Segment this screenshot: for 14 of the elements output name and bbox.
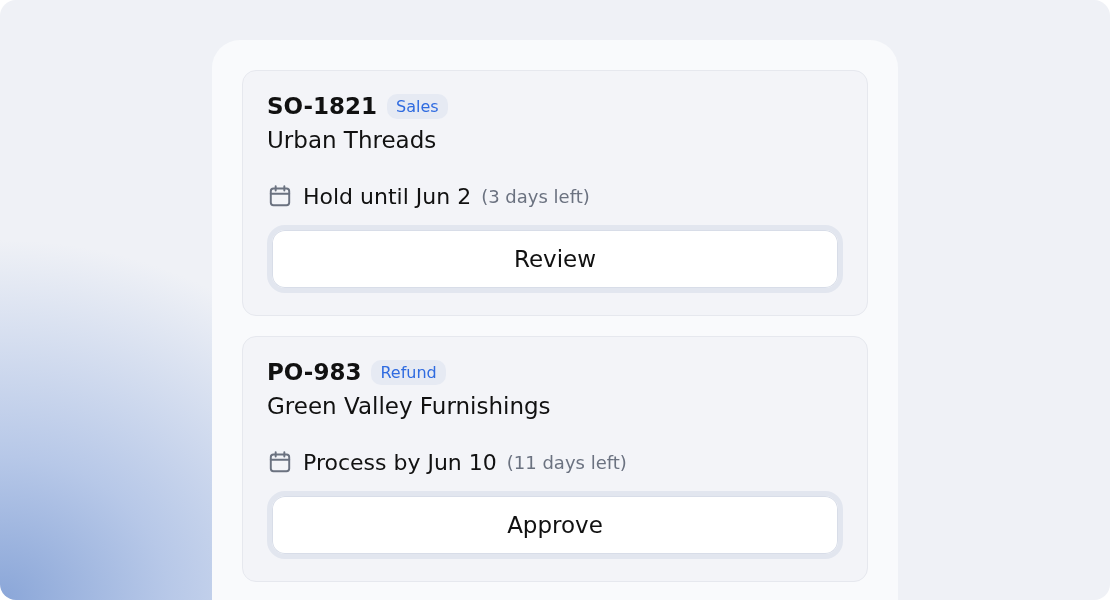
order-type-tag: Refund [371, 359, 446, 385]
customer-name: Urban Threads [267, 127, 438, 153]
customer-name: Green Valley Furnishings [267, 393, 552, 419]
order-number: SO-1821 [267, 93, 378, 119]
due-date: Hold until Jun 2 [303, 183, 472, 209]
due-date: Process by Jun 10 [303, 449, 497, 475]
action-button[interactable]: Review [267, 225, 843, 293]
days-left: (3 days left) [481, 185, 590, 207]
days-left: (11 days left) [506, 451, 627, 473]
order-type-tag: Sales [387, 93, 448, 119]
calendar-icon [267, 183, 293, 209]
calendar-icon [267, 449, 293, 475]
action-button[interactable]: Approve [267, 491, 843, 559]
order-number: PO-983 [267, 359, 362, 385]
